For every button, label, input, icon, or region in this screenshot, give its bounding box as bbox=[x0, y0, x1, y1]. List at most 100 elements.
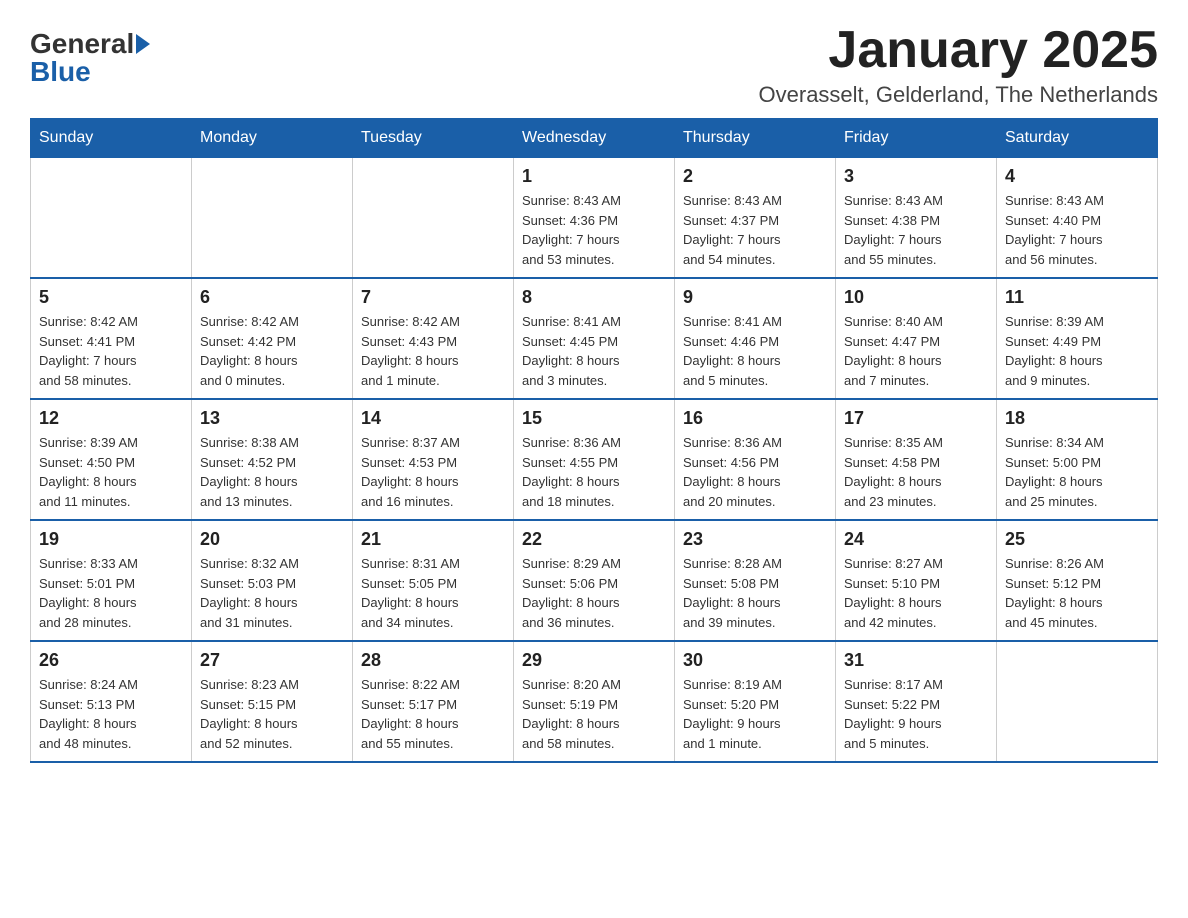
week-row-1: 1 Sunrise: 8:43 AM Sunset: 4:36 PM Daylig… bbox=[31, 158, 1158, 279]
day-info: Sunrise: 8:35 AM Sunset: 4:58 PM Dayligh… bbox=[844, 433, 988, 511]
calendar-cell: 24 Sunrise: 8:27 AM Sunset: 5:10 PM Dayli… bbox=[836, 520, 997, 641]
calendar-cell: 27 Sunrise: 8:23 AM Sunset: 5:15 PM Dayli… bbox=[192, 641, 353, 762]
day-info: Sunrise: 8:43 AM Sunset: 4:40 PM Dayligh… bbox=[1005, 191, 1149, 269]
day-header-wednesday: Wednesday bbox=[514, 119, 675, 158]
day-header-friday: Friday bbox=[836, 119, 997, 158]
calendar-cell: 9 Sunrise: 8:41 AM Sunset: 4:46 PM Daylig… bbox=[675, 278, 836, 399]
calendar-cell bbox=[353, 158, 514, 279]
day-number: 1 bbox=[522, 166, 666, 187]
day-header-tuesday: Tuesday bbox=[353, 119, 514, 158]
day-info: Sunrise: 8:26 AM Sunset: 5:12 PM Dayligh… bbox=[1005, 554, 1149, 632]
day-number: 21 bbox=[361, 529, 505, 550]
day-info: Sunrise: 8:36 AM Sunset: 4:56 PM Dayligh… bbox=[683, 433, 827, 511]
calendar-cell: 10 Sunrise: 8:40 AM Sunset: 4:47 PM Dayli… bbox=[836, 278, 997, 399]
day-number: 4 bbox=[1005, 166, 1149, 187]
calendar-cell: 22Sunrise: 8:29 AM Sunset: 5:06 PM Dayli… bbox=[514, 520, 675, 641]
day-info: Sunrise: 8:33 AM Sunset: 5:01 PM Dayligh… bbox=[39, 554, 183, 632]
day-info: Sunrise: 8:42 AM Sunset: 4:42 PM Dayligh… bbox=[200, 312, 344, 390]
day-header-saturday: Saturday bbox=[997, 119, 1158, 158]
calendar-cell bbox=[997, 641, 1158, 762]
day-info: Sunrise: 8:19 AM Sunset: 5:20 PM Dayligh… bbox=[683, 675, 827, 753]
day-info: Sunrise: 8:23 AM Sunset: 5:15 PM Dayligh… bbox=[200, 675, 344, 753]
day-info: Sunrise: 8:37 AM Sunset: 4:53 PM Dayligh… bbox=[361, 433, 505, 511]
day-info: Sunrise: 8:43 AM Sunset: 4:38 PM Dayligh… bbox=[844, 191, 988, 269]
calendar-cell: 6 Sunrise: 8:42 AM Sunset: 4:42 PM Daylig… bbox=[192, 278, 353, 399]
day-info: Sunrise: 8:24 AM Sunset: 5:13 PM Dayligh… bbox=[39, 675, 183, 753]
day-number: 12 bbox=[39, 408, 183, 429]
day-number: 2 bbox=[683, 166, 827, 187]
day-number: 20 bbox=[200, 529, 344, 550]
day-number: 18 bbox=[1005, 408, 1149, 429]
day-number: 26 bbox=[39, 650, 183, 671]
day-number: 27 bbox=[200, 650, 344, 671]
week-row-4: 19 Sunrise: 8:33 AM Sunset: 5:01 PM Dayli… bbox=[31, 520, 1158, 641]
day-number: 13 bbox=[200, 408, 344, 429]
day-number: 29 bbox=[522, 650, 666, 671]
day-info: Sunrise: 8:41 AM Sunset: 4:46 PM Dayligh… bbox=[683, 312, 827, 390]
calendar-cell: 31Sunrise: 8:17 AM Sunset: 5:22 PM Dayli… bbox=[836, 641, 997, 762]
day-info: Sunrise: 8:32 AM Sunset: 5:03 PM Dayligh… bbox=[200, 554, 344, 632]
calendar-header: SundayMondayTuesdayWednesdayThursdayFrid… bbox=[31, 119, 1158, 158]
header: General Blue January 2025 Overasselt, Ge… bbox=[30, 20, 1158, 108]
calendar-cell: 20 Sunrise: 8:32 AM Sunset: 5:03 PM Dayli… bbox=[192, 520, 353, 641]
calendar-cell: 5 Sunrise: 8:42 AM Sunset: 4:41 PM Daylig… bbox=[31, 278, 192, 399]
day-info: Sunrise: 8:27 AM Sunset: 5:10 PM Dayligh… bbox=[844, 554, 988, 632]
calendar-cell: 3Sunrise: 8:43 AM Sunset: 4:38 PM Daylig… bbox=[836, 158, 997, 279]
week-row-5: 26 Sunrise: 8:24 AM Sunset: 5:13 PM Dayli… bbox=[31, 641, 1158, 762]
calendar-body: 1 Sunrise: 8:43 AM Sunset: 4:36 PM Daylig… bbox=[31, 158, 1158, 763]
days-of-week-row: SundayMondayTuesdayWednesdayThursdayFrid… bbox=[31, 119, 1158, 158]
day-number: 25 bbox=[1005, 529, 1149, 550]
day-number: 17 bbox=[844, 408, 988, 429]
logo: General Blue bbox=[30, 30, 150, 86]
day-info: Sunrise: 8:42 AM Sunset: 4:43 PM Dayligh… bbox=[361, 312, 505, 390]
day-number: 6 bbox=[200, 287, 344, 308]
calendar-cell bbox=[31, 158, 192, 279]
day-number: 24 bbox=[844, 529, 988, 550]
day-number: 10 bbox=[844, 287, 988, 308]
calendar-cell: 28Sunrise: 8:22 AM Sunset: 5:17 PM Dayli… bbox=[353, 641, 514, 762]
day-info: Sunrise: 8:22 AM Sunset: 5:17 PM Dayligh… bbox=[361, 675, 505, 753]
day-number: 14 bbox=[361, 408, 505, 429]
day-info: Sunrise: 8:39 AM Sunset: 4:50 PM Dayligh… bbox=[39, 433, 183, 511]
week-row-2: 5 Sunrise: 8:42 AM Sunset: 4:41 PM Daylig… bbox=[31, 278, 1158, 399]
calendar-cell: 30 Sunrise: 8:19 AM Sunset: 5:20 PM Dayli… bbox=[675, 641, 836, 762]
day-info: Sunrise: 8:17 AM Sunset: 5:22 PM Dayligh… bbox=[844, 675, 988, 753]
day-info: Sunrise: 8:20 AM Sunset: 5:19 PM Dayligh… bbox=[522, 675, 666, 753]
day-number: 9 bbox=[683, 287, 827, 308]
calendar-subtitle: Overasselt, Gelderland, The Netherlands bbox=[759, 82, 1158, 108]
day-number: 15 bbox=[522, 408, 666, 429]
day-header-sunday: Sunday bbox=[31, 119, 192, 158]
logo-blue: Blue bbox=[30, 58, 150, 86]
calendar-cell: 26 Sunrise: 8:24 AM Sunset: 5:13 PM Dayli… bbox=[31, 641, 192, 762]
calendar-cell: 23Sunrise: 8:28 AM Sunset: 5:08 PM Dayli… bbox=[675, 520, 836, 641]
calendar-cell: 14 Sunrise: 8:37 AM Sunset: 4:53 PM Dayli… bbox=[353, 399, 514, 520]
day-info: Sunrise: 8:31 AM Sunset: 5:05 PM Dayligh… bbox=[361, 554, 505, 632]
calendar-cell: 25 Sunrise: 8:26 AM Sunset: 5:12 PM Dayli… bbox=[997, 520, 1158, 641]
day-number: 16 bbox=[683, 408, 827, 429]
calendar-cell: 11Sunrise: 8:39 AM Sunset: 4:49 PM Dayli… bbox=[997, 278, 1158, 399]
logo-arrow-icon bbox=[136, 34, 150, 54]
day-info: Sunrise: 8:41 AM Sunset: 4:45 PM Dayligh… bbox=[522, 312, 666, 390]
calendar-cell: 16 Sunrise: 8:36 AM Sunset: 4:56 PM Dayli… bbox=[675, 399, 836, 520]
calendar-cell: 7Sunrise: 8:42 AM Sunset: 4:43 PM Daylig… bbox=[353, 278, 514, 399]
day-number: 5 bbox=[39, 287, 183, 308]
day-number: 8 bbox=[522, 287, 666, 308]
day-header-monday: Monday bbox=[192, 119, 353, 158]
day-info: Sunrise: 8:40 AM Sunset: 4:47 PM Dayligh… bbox=[844, 312, 988, 390]
calendar-cell: 8 Sunrise: 8:41 AM Sunset: 4:45 PM Daylig… bbox=[514, 278, 675, 399]
day-number: 11 bbox=[1005, 287, 1149, 308]
day-number: 30 bbox=[683, 650, 827, 671]
calendar-cell: 29 Sunrise: 8:20 AM Sunset: 5:19 PM Dayli… bbox=[514, 641, 675, 762]
calendar-cell: 21 Sunrise: 8:31 AM Sunset: 5:05 PM Dayli… bbox=[353, 520, 514, 641]
calendar-cell: 13 Sunrise: 8:38 AM Sunset: 4:52 PM Dayli… bbox=[192, 399, 353, 520]
calendar-cell bbox=[192, 158, 353, 279]
day-info: Sunrise: 8:38 AM Sunset: 4:52 PM Dayligh… bbox=[200, 433, 344, 511]
calendar-cell: 1 Sunrise: 8:43 AM Sunset: 4:36 PM Daylig… bbox=[514, 158, 675, 279]
calendar-title: January 2025 bbox=[759, 20, 1158, 80]
calendar-table: SundayMondayTuesdayWednesdayThursdayFrid… bbox=[30, 118, 1158, 763]
day-number: 19 bbox=[39, 529, 183, 550]
day-info: Sunrise: 8:36 AM Sunset: 4:55 PM Dayligh… bbox=[522, 433, 666, 511]
week-row-3: 12 Sunrise: 8:39 AM Sunset: 4:50 PM Dayli… bbox=[31, 399, 1158, 520]
day-info: Sunrise: 8:43 AM Sunset: 4:36 PM Dayligh… bbox=[522, 191, 666, 269]
day-info: Sunrise: 8:42 AM Sunset: 4:41 PM Dayligh… bbox=[39, 312, 183, 390]
